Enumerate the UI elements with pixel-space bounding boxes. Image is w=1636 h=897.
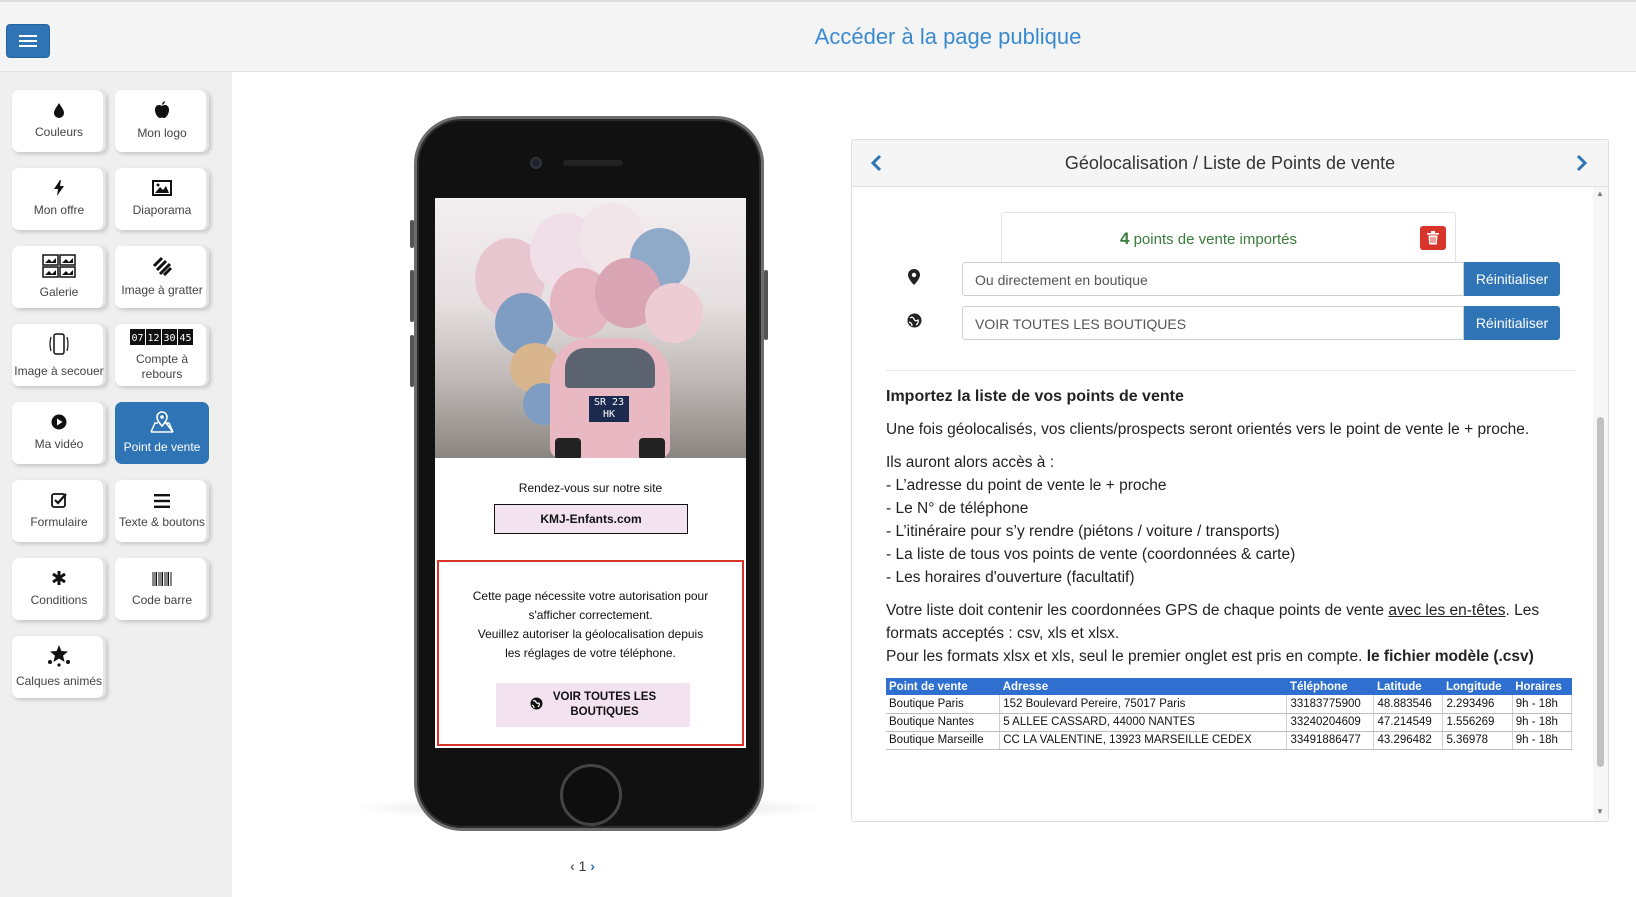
tool-ma-video[interactable]: Ma vidéo	[12, 402, 106, 464]
phone-power-button	[764, 270, 768, 340]
scroll-thumb[interactable]	[1597, 417, 1604, 767]
bolt-icon	[54, 180, 64, 200]
imported-stores-count: 4 points de vente importés	[1119, 229, 1298, 248]
tool-compte-a-rebours[interactable]: 07 12 30 45 Compte à rebours	[115, 324, 209, 386]
tool-diaporama[interactable]: Diaporama	[115, 168, 209, 230]
panel-scrollbar[interactable]: ▲ ▼	[1593, 187, 1608, 821]
tool-point-de-vente[interactable]: Point de vente	[115, 402, 209, 464]
list-item: - L’itinéraire pour s’y rendre (piétons …	[886, 523, 1280, 540]
store-locator-panel: Géolocalisation / Liste de Points de ven…	[851, 139, 1609, 822]
stars-icon	[47, 645, 71, 671]
panel-title: Géolocalisation / Liste de Points de ven…	[1064, 153, 1396, 173]
rdv-text: Rendez-vous sur notre site	[518, 481, 663, 495]
headers-link[interactable]: avec les en-têtes	[1388, 602, 1505, 619]
apple-icon	[154, 101, 170, 123]
table-row: Boutique Nantes 5 ALLEE CASSARD, 44000 N…	[886, 713, 1573, 732]
table-row: Boutique Paris 152 Boulevard Pereire, 75…	[886, 695, 1573, 714]
phone-camera	[530, 157, 542, 169]
svg-text:45: 45	[179, 333, 191, 344]
button-label-field-row: Ou directement en boutique Réinitialiser	[904, 262, 1584, 296]
chevron-right-icon[interactable]	[1576, 154, 1588, 178]
play-icon	[51, 414, 67, 434]
list-icon	[154, 492, 170, 512]
tool-image-a-secouer[interactable]: Image à secouer	[12, 324, 106, 386]
globe-icon	[904, 313, 924, 332]
svg-text:30: 30	[163, 333, 175, 344]
geolocation-permission-block[interactable]: Cette page nécessite votre autorisation …	[437, 560, 744, 746]
site-link-button[interactable]: KMJ-Enfants.com	[494, 504, 688, 534]
tool-code-barre[interactable]: Code barre	[115, 558, 209, 620]
page-pager: ‹ 1 ›	[570, 858, 595, 874]
car-wheel	[639, 438, 665, 458]
instructions-intro: Une fois géolocalisés, vos clients/prosp…	[886, 421, 1530, 438]
drop-icon	[53, 102, 65, 122]
map-pin-icon	[149, 411, 175, 437]
tool-couleurs[interactable]: Couleurs	[12, 90, 106, 152]
permission-message: Cette page nécessite votre autorisation …	[472, 589, 709, 660]
panel-header: Géolocalisation / Liste de Points de ven…	[852, 140, 1608, 187]
scroll-up-arrow-icon[interactable]: ▲	[1596, 189, 1604, 198]
tool-conditions[interactable]: Conditions	[12, 558, 106, 620]
template-file-link[interactable]: le fichier modèle (.csv)	[1367, 648, 1534, 665]
page-number: 1	[578, 858, 587, 874]
tool-calques-animes[interactable]: Calques animés	[12, 636, 106, 698]
globe-icon	[530, 697, 543, 713]
svg-text:12: 12	[147, 333, 159, 344]
tool-texte-boutons[interactable]: Texte & boutons	[115, 480, 209, 542]
phone-mockup: SR 23 HK Rendez-vous sur notre site KMJ-…	[414, 116, 764, 831]
reset-button-1[interactable]: Réinitialiser	[1464, 262, 1560, 296]
hero-photo-pink-car-balloons: SR 23 HK	[435, 198, 746, 458]
map-marker-icon	[904, 269, 924, 289]
table-row: Boutique Marseille CC LA VALENTINE, 1392…	[886, 731, 1573, 750]
imported-stores-box: 4 points de vente importés	[1001, 212, 1456, 264]
phone-speaker	[563, 160, 623, 166]
tool-image-a-gratter[interactable]: Image à gratter	[115, 246, 209, 308]
see-all-stores-button[interactable]: VOIR TOUTES LES BOUTIQUES	[496, 683, 690, 727]
svg-text:07: 07	[131, 333, 143, 344]
scratch-icon	[152, 256, 173, 280]
button-label-input[interactable]: Ou directement en boutique	[962, 262, 1464, 296]
prev-page-arrow-icon[interactable]: ‹	[570, 858, 575, 874]
reset-button-2[interactable]: Réinitialiser	[1464, 306, 1560, 340]
list-item: - Le N° de téléphone	[886, 500, 1029, 517]
image-icon	[152, 180, 172, 200]
shake-phone-icon	[48, 331, 70, 361]
scroll-down-arrow-icon[interactable]: ▼	[1596, 807, 1604, 816]
divider	[886, 370, 1576, 371]
format-notes: Votre liste doit contenir les coordonnée…	[886, 602, 1540, 665]
license-plate: SR 23 HK	[589, 396, 629, 422]
all-stores-input[interactable]: VOIR TOUTES LES BOUTIQUES	[962, 306, 1464, 340]
tool-galerie[interactable]: Galerie	[12, 246, 106, 308]
car-wheel	[555, 438, 581, 458]
countdown-icon: 07 12 30 45	[130, 328, 194, 349]
all-stores-field-row: VOIR TOUTES LES BOUTIQUES Réinitialiser	[904, 306, 1584, 340]
checkbox-icon	[51, 492, 67, 512]
import-instructions: Importez la liste de vos points de vente…	[886, 385, 1576, 668]
tools-sidebar: Couleurs Mon logo Mon offre Diaporama Ga…	[0, 72, 232, 897]
instructions-title: Importez la liste de vos points de vente	[886, 388, 1184, 405]
features-list: Ils auront alors accès à : - L’adresse d…	[886, 451, 1576, 589]
delete-stores-button[interactable]	[1420, 226, 1446, 250]
public-page-link[interactable]: Accéder à la page publique	[0, 24, 1636, 50]
top-bar: Accéder à la page publique	[0, 0, 1636, 72]
next-page-arrow-icon[interactable]: ›	[590, 858, 595, 874]
tool-mon-offre[interactable]: Mon offre	[12, 168, 106, 230]
trash-icon	[1427, 231, 1439, 245]
list-item: - Les horaires d'ouverture (facultatif)	[886, 569, 1135, 586]
barcode-icon	[152, 570, 172, 590]
tool-formulaire[interactable]: Formulaire	[12, 480, 106, 542]
asterisk-icon	[51, 570, 67, 590]
sample-table: Point de vente Adresse Téléphone Latitud…	[886, 678, 1573, 750]
table-header-row: Point de vente Adresse Téléphone Latitud…	[886, 678, 1572, 695]
list-item: - La liste de tous vos points de vente (…	[886, 546, 1296, 563]
phone-screen: SR 23 HK Rendez-vous sur notre site KMJ-…	[435, 198, 746, 748]
balloon	[645, 283, 703, 343]
gallery-icon	[42, 254, 76, 282]
list-item: - L’adresse du point de vente le + proch…	[886, 477, 1167, 494]
phone-home-button	[560, 764, 622, 826]
tool-mon-logo[interactable]: Mon logo	[115, 90, 209, 152]
car-rear-window	[565, 348, 655, 388]
